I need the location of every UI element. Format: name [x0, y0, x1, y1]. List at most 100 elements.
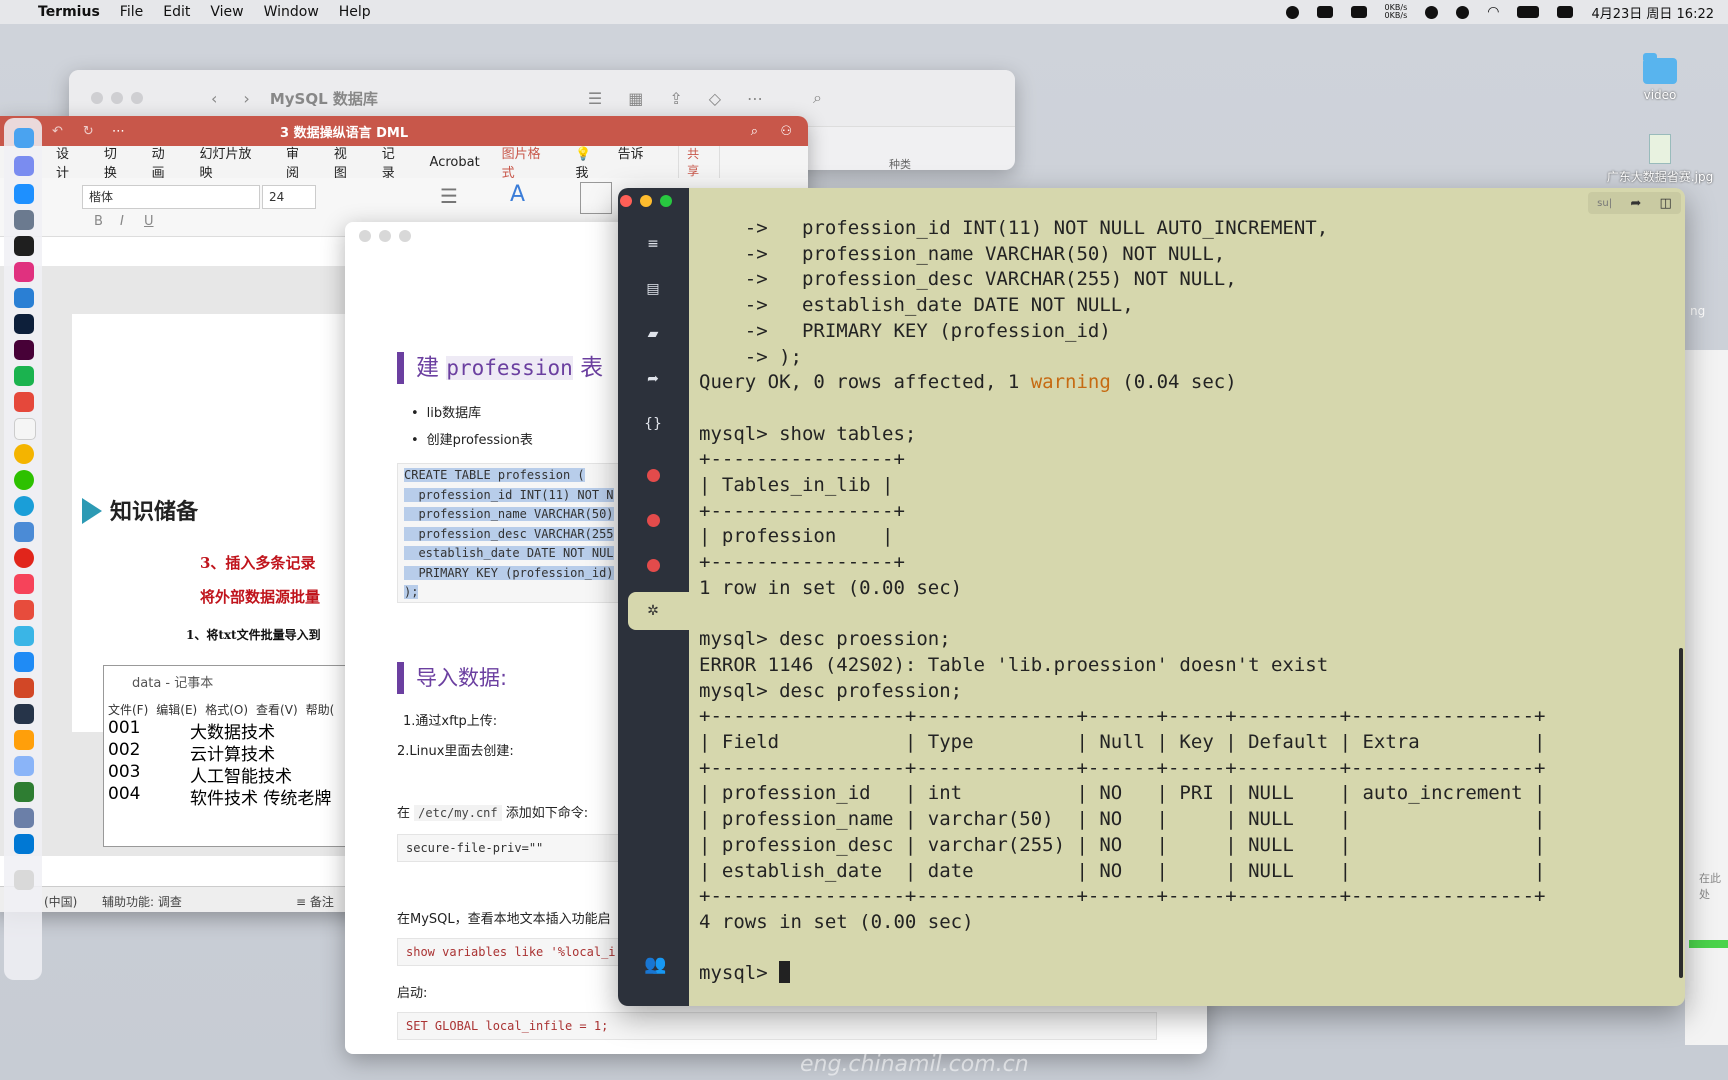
app-dock-icon[interactable] — [14, 730, 34, 750]
underline-icon[interactable]: U — [144, 214, 154, 229]
team-icon[interactable]: 👥 — [644, 956, 666, 974]
app-dock-icon[interactable] — [14, 392, 34, 412]
more-icon[interactable]: ⋯ — [747, 89, 763, 108]
picture-style-icon[interactable] — [580, 182, 612, 214]
record-icon[interactable] — [1285, 5, 1299, 19]
close-button[interactable] — [91, 92, 103, 104]
app-dock-icon[interactable] — [14, 782, 34, 802]
back-icon[interactable]: ‹ — [211, 89, 217, 108]
snippets-icon[interactable]: {} — [644, 417, 662, 431]
code-set-global[interactable]: SET GLOBAL local_infile = 1; — [397, 1012, 1157, 1040]
hbuilder-dock-icon[interactable] — [14, 366, 34, 386]
hosts-icon[interactable]: ▤ — [644, 282, 662, 296]
search-icon[interactable]: ⌕ — [751, 124, 758, 139]
app-dock-icon[interactable] — [14, 756, 34, 776]
netease-music-dock-icon[interactable] — [14, 548, 34, 568]
collab-icon[interactable]: ⚇ — [780, 124, 792, 139]
redo-icon[interactable]: ↻ — [83, 124, 94, 139]
settings-gear-icon[interactable]: ✲ — [644, 604, 662, 618]
tab-tell-me[interactable]: 💡 告诉我 — [575, 143, 656, 181]
bird-icon[interactable] — [1425, 5, 1439, 19]
music-dock-icon[interactable] — [14, 574, 34, 594]
column-header-kind[interactable]: 种类 — [889, 156, 911, 170]
pycharm-dock-icon[interactable] — [14, 236, 34, 256]
tab-acrobat[interactable]: Acrobat — [430, 155, 480, 170]
finder-dock-icon[interactable] — [14, 128, 34, 148]
font-size-select[interactable]: 24 — [262, 185, 316, 209]
desktop-item-video[interactable]: video — [1630, 53, 1690, 102]
status-accessibility[interactable]: 辅助功能: 调查 — [102, 893, 182, 910]
tab-record[interactable]: 记录 — [382, 143, 408, 181]
close-button[interactable] — [620, 195, 632, 207]
desktop-item-jpg[interactable]: 广东大数据省赛.jpg — [1600, 134, 1720, 185]
zoom-button[interactable] — [399, 230, 411, 242]
zoom-button[interactable] — [660, 195, 672, 207]
wechat-dock-icon[interactable] — [14, 470, 34, 490]
search-icon[interactable]: ⌕ — [813, 88, 822, 108]
powerpoint-dock-icon[interactable] — [14, 678, 34, 698]
clock[interactable]: 4月23日 周日 16:22 — [1591, 3, 1714, 22]
menu-window[interactable]: Window — [264, 4, 319, 20]
tab-design[interactable]: 设计 — [56, 143, 82, 181]
status-notes[interactable]: ≡ 备注 — [296, 893, 334, 910]
list-view-icon[interactable]: ☰ — [588, 89, 602, 108]
bold-icon[interactable]: B — [94, 214, 103, 229]
termius-dock-icon[interactable] — [14, 704, 34, 724]
status-language[interactable]: (中国) — [44, 893, 77, 910]
suggest-button[interactable]: su| — [1597, 198, 1612, 209]
menu-icon[interactable]: ≡ — [644, 237, 662, 251]
app-dock-icon[interactable] — [14, 522, 34, 542]
chrome-dock-icon[interactable] — [14, 444, 34, 464]
xd-dock-icon[interactable] — [14, 340, 34, 360]
trash-dock-icon[interactable] — [14, 870, 34, 890]
tab-picture-format[interactable]: 图片格式 — [502, 143, 554, 181]
display-icon[interactable] — [1316, 6, 1333, 18]
share-icon[interactable]: ⇪ — [669, 89, 682, 108]
tab-animations[interactable]: 动画 — [152, 143, 178, 181]
port-forwarding-icon[interactable]: ➦ — [644, 372, 662, 386]
network-icon[interactable] — [1456, 5, 1470, 19]
tab-transitions[interactable]: 切换 — [104, 143, 130, 181]
app-dock-icon[interactable] — [14, 652, 34, 672]
vscode-dock-icon[interactable] — [14, 288, 34, 308]
tab-review[interactable]: 审阅 — [286, 143, 312, 181]
minimize-button[interactable] — [640, 195, 652, 207]
share-button[interactable]: 共享 — [678, 142, 720, 182]
minimize-button[interactable] — [111, 92, 123, 104]
menu-view[interactable]: View — [210, 4, 243, 20]
forward-icon[interactable]: › — [243, 89, 249, 108]
session-icon[interactable] — [647, 469, 660, 482]
share-icon[interactable]: ➦ — [1630, 196, 1641, 211]
photoshop-dock-icon[interactable] — [14, 314, 34, 334]
app-dock-icon[interactable] — [14, 626, 34, 646]
terminal-pane[interactable]: su| ➦ ◫ -> profession_id INT(11) NOT NUL… — [689, 188, 1685, 1006]
app-dock-icon[interactable] — [14, 600, 34, 620]
zoom-button[interactable] — [131, 92, 143, 104]
align-icon[interactable]: ☰ — [440, 184, 458, 208]
more-icon[interactable]: ⋯ — [112, 124, 125, 139]
font-name-select[interactable]: 楷体 — [82, 185, 260, 209]
appstore-dock-icon[interactable] — [14, 184, 34, 204]
control-center-icon[interactable] — [1557, 6, 1574, 18]
close-button[interactable] — [359, 230, 371, 242]
italic-icon[interactable]: I — [120, 214, 124, 229]
terminal-scrollbar[interactable] — [1679, 648, 1683, 978]
battery-icon[interactable] — [1517, 6, 1540, 18]
tag-icon[interactable]: ◇ — [709, 89, 721, 108]
wifi-icon[interactable]: ◠ — [1487, 4, 1499, 20]
session-icon[interactable] — [647, 514, 660, 527]
windows-dock-icon[interactable] — [14, 834, 34, 854]
session-icon[interactable] — [647, 559, 660, 572]
split-view-icon[interactable]: ◫ — [1660, 196, 1672, 211]
shape-text-icon[interactable]: A — [510, 182, 525, 207]
app-dock-icon[interactable] — [14, 808, 34, 828]
app-menu[interactable]: Termius — [38, 4, 100, 20]
menu-help[interactable]: Help — [339, 4, 371, 20]
grid-view-icon[interactable]: ▦ — [628, 89, 643, 108]
sftp-folder-icon[interactable]: ▰ — [644, 327, 662, 341]
menu-file[interactable]: File — [120, 4, 143, 20]
cat-icon[interactable] — [1350, 6, 1367, 18]
undo-icon[interactable]: ↶ — [52, 124, 63, 139]
app-dock-icon[interactable] — [14, 210, 34, 230]
terminal-prompt[interactable]: mysql> — [699, 962, 779, 984]
